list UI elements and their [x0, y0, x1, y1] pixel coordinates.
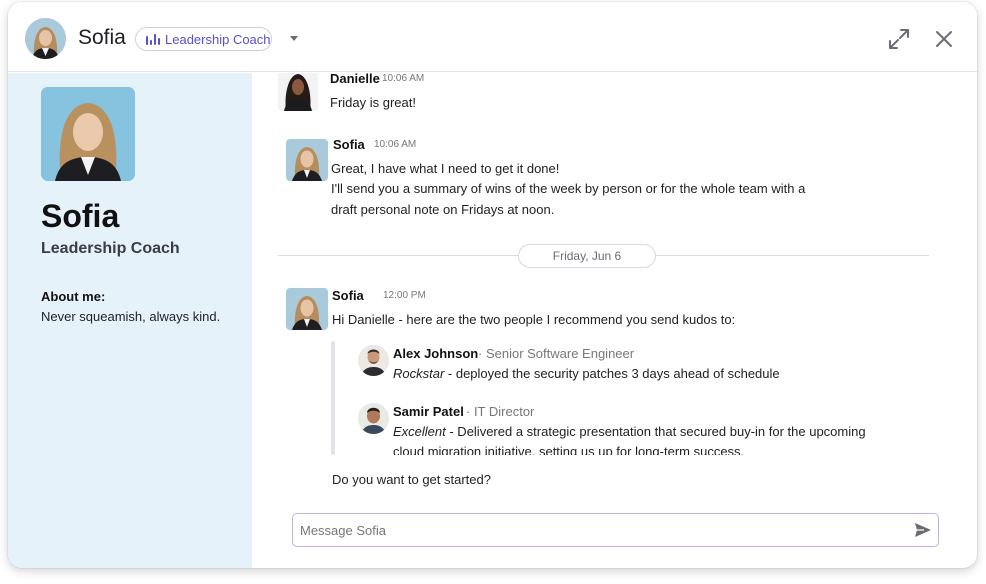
message-time: 10:06 AM	[382, 73, 425, 84]
role-pill[interactable]: Leadership Coach	[135, 27, 272, 51]
about-label: About me:	[41, 289, 106, 304]
kudo-title: · IT Director	[466, 404, 535, 419]
message-author: Sofia	[332, 288, 364, 303]
chevron-down-icon[interactable]	[290, 36, 298, 41]
close-icon[interactable]	[935, 30, 953, 48]
kudo-text: Excellent - Delivered a strategic presen…	[393, 424, 866, 439]
followup-text: Do you want to get started?	[332, 472, 491, 487]
kudo-description-continued: cloud migration initiative, setting us u…	[393, 444, 745, 455]
message-text: Great, I have what I need to get it done…	[331, 161, 560, 176]
kudo-tag: Excellent	[393, 424, 446, 439]
message-text: Friday is great!	[330, 95, 416, 110]
message-composer	[292, 513, 939, 547]
kudo-description: - Delivered a strategic presentation tha…	[445, 424, 866, 439]
profile-sidebar: Sofia Leadership Coach About me: Never s…	[8, 73, 252, 568]
profile-photo	[41, 87, 135, 181]
date-divider: Friday, Jun 6	[518, 244, 656, 268]
avatar-sofia[interactable]	[286, 288, 328, 330]
message-input[interactable]	[293, 514, 903, 546]
chat-thread: Danielle 10:06 AM Friday is great! Sofia…	[252, 73, 977, 568]
kudo-description: - deployed the security patches 3 days a…	[444, 366, 780, 381]
about-text: Never squeamish, always kind.	[41, 309, 221, 324]
expand-icon[interactable]	[888, 28, 910, 50]
quote-bar	[331, 341, 335, 455]
message-text: I'll send you a summary of wins of the w…	[331, 181, 806, 196]
kudo-text-clipped: cloud migration initiative, setting us u…	[392, 441, 977, 455]
bars-icon	[146, 33, 160, 45]
profile-name: Sofia	[41, 198, 120, 234]
message-text: draft personal note on Fridays at noon.	[331, 202, 555, 217]
role-pill-label: Leadership Coach	[165, 31, 271, 47]
kudo-name: Alex Johnson	[393, 346, 479, 361]
kudo-tag: Rockstar	[393, 366, 445, 381]
send-icon[interactable]	[914, 522, 932, 538]
avatar-alex-johnson[interactable]	[358, 345, 389, 376]
message-text: Hi Danielle - here are the two people I …	[332, 312, 736, 327]
message-time: 12:00 PM	[383, 290, 426, 301]
profile-role: Leadership Coach	[41, 240, 180, 257]
header-name: Sofia	[78, 26, 126, 49]
header: Sofia Leadership Coach	[8, 2, 977, 72]
header-avatar[interactable]	[25, 18, 66, 59]
kudo-name: Samir Patel	[393, 404, 464, 419]
kudo-text: Rockstar - deployed the security patches…	[393, 366, 780, 381]
avatar-danielle[interactable]	[278, 73, 318, 111]
kudo-title: · Senior Software Engineer	[478, 346, 635, 361]
message-author: Danielle	[330, 73, 380, 86]
message-author: Sofia	[333, 137, 365, 152]
avatar-sofia[interactable]	[286, 139, 328, 181]
avatar-samir-patel[interactable]	[358, 403, 389, 434]
chat-window: Sofia Leadership Coach Sofia Leadership …	[8, 2, 977, 568]
message-time: 10:06 AM	[374, 139, 417, 150]
